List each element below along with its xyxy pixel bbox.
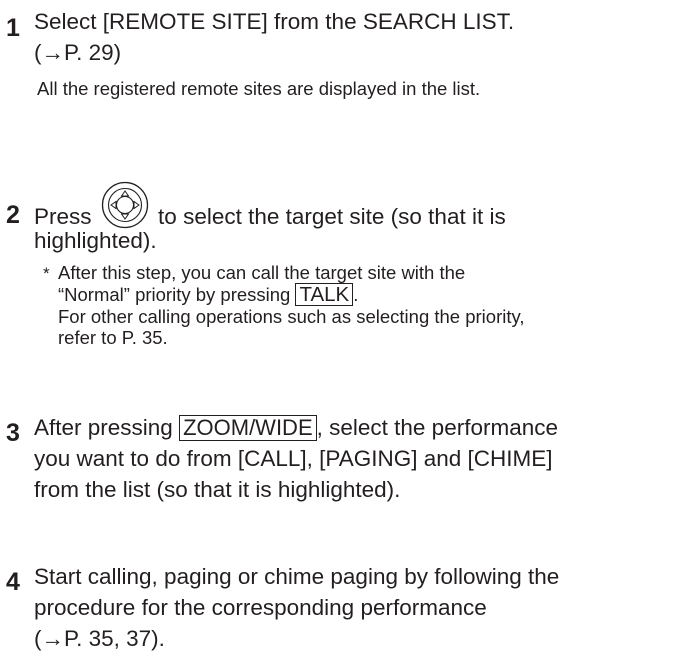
- step-number: 2: [6, 201, 20, 229]
- note-marker: *: [43, 264, 50, 283]
- page-reference: (→P. 29): [34, 40, 122, 65]
- step-number: 3: [6, 419, 20, 447]
- instruction-line: After pressing ZOOM/WIDE, select the per…: [34, 412, 674, 443]
- talk-key: TALK: [295, 283, 354, 306]
- note-line: For other calling operations such as sel…: [58, 306, 525, 327]
- step-description: All the registered remote sites are disp…: [37, 78, 481, 99]
- zoom-wide-key: ZOOM/WIDE: [179, 415, 317, 441]
- step-number: 1: [6, 14, 20, 42]
- instruction-line: highlighted).: [34, 228, 157, 253]
- instruction-line: procedure for the corresponding performa…: [34, 595, 487, 620]
- note-line: refer to P. 35.: [58, 327, 168, 348]
- step-instruction: Start calling, paging or chime paging by…: [34, 561, 674, 654]
- instruction-line: Select [REMOTE SITE] from the SEARCH LIS…: [34, 9, 515, 34]
- step-number: 4: [6, 568, 20, 596]
- step-instruction: Press to select the target site (so that…: [34, 181, 674, 256]
- step-note: After this step, you can call the target…: [58, 262, 678, 348]
- page-reference: (→P. 35, 37).: [34, 626, 165, 651]
- note-line: “Normal” priority by pressing TALK.: [58, 283, 678, 306]
- note-line: After this step, you can call the target…: [58, 262, 466, 283]
- step-instruction: Select [REMOTE SITE] from the SEARCH LIS…: [34, 6, 674, 68]
- note-text: “Normal” priority by pressing: [58, 284, 291, 305]
- instruction-text: to select the target site (so that it is: [158, 203, 506, 229]
- step-instruction: After pressing ZOOM/WIDE, select the per…: [34, 412, 674, 505]
- joystick-icon: [101, 181, 149, 229]
- instruction-text: , select the performance: [316, 415, 558, 440]
- instruction-line: Start calling, paging or chime paging by…: [34, 564, 560, 589]
- instruction-line: Press to select the target site (so that…: [34, 181, 674, 229]
- instruction-line: you want to do from [CALL], [PAGING] and…: [34, 446, 553, 471]
- instruction-line: from the list (so that it is highlighted…: [34, 477, 401, 502]
- instruction-text: After pressing: [34, 415, 173, 440]
- note-text: .: [353, 284, 359, 305]
